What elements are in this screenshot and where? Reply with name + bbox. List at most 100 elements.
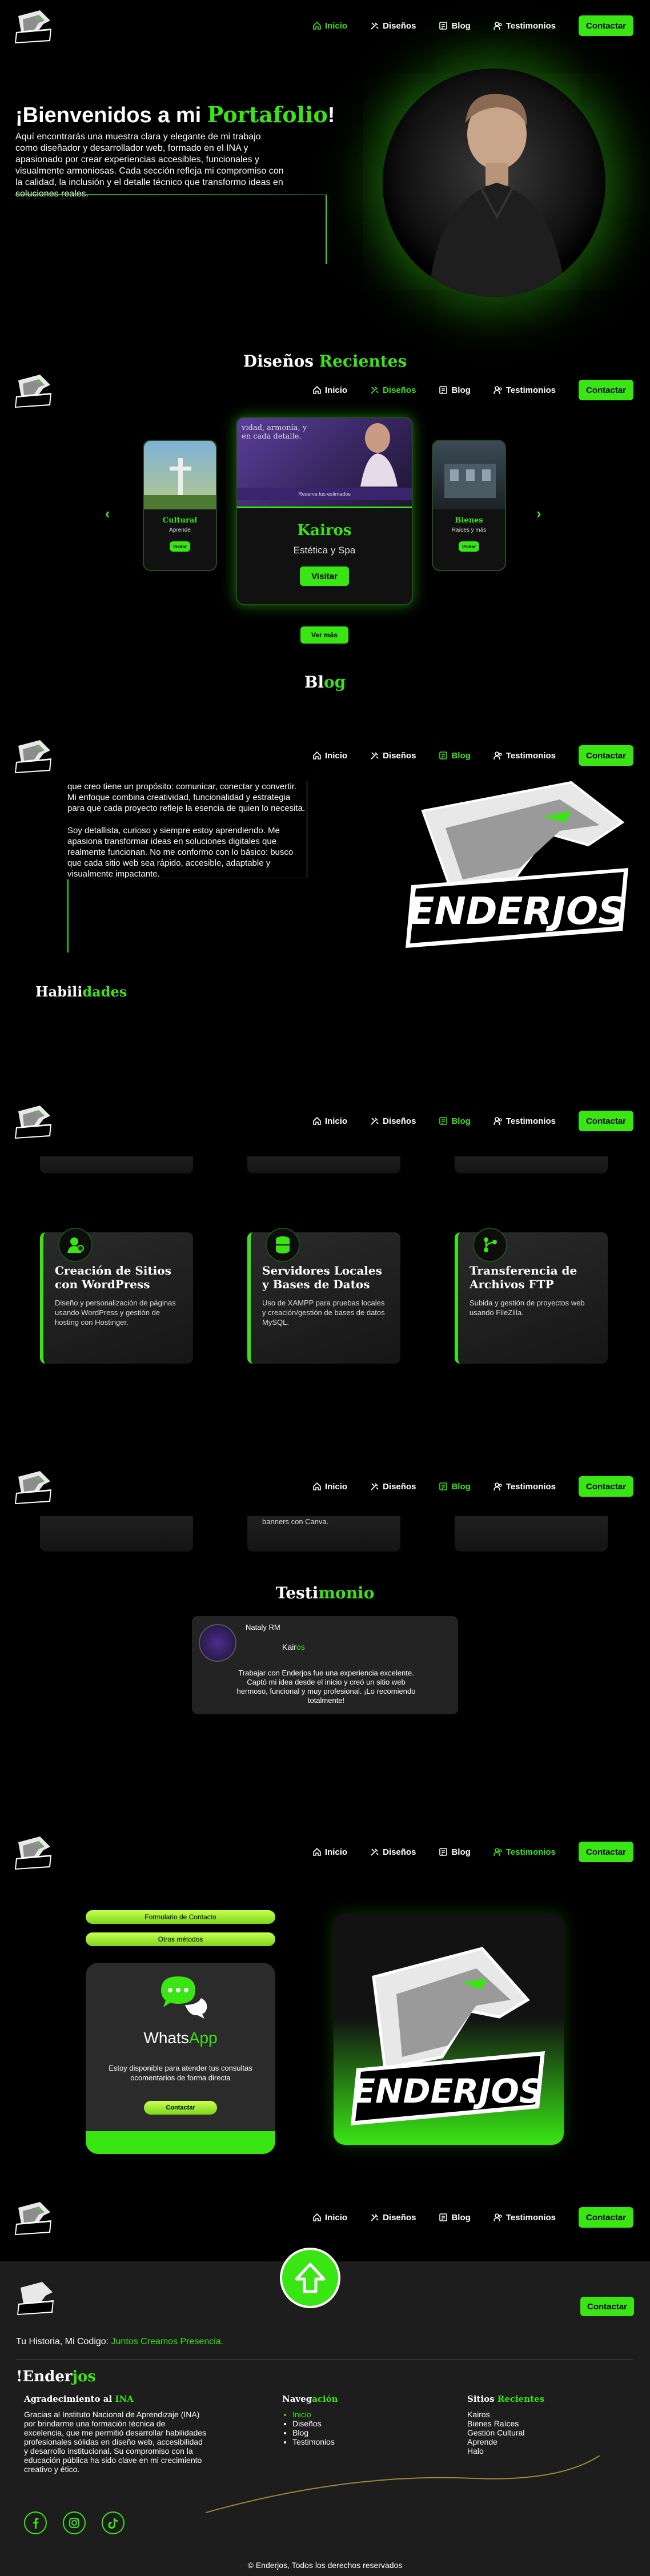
site-logo[interactable] [14, 372, 54, 409]
nav-testimonios[interactable]: Testimonios [493, 2213, 556, 2223]
nav-testimonios[interactable]: Testimonios [493, 21, 556, 31]
design-tools-icon [371, 1483, 379, 1490]
carousel-prev-button[interactable]: ‹ [105, 505, 110, 523]
top-nav: Inicio Diseños Blog Testimonios Contacta… [0, 365, 650, 416]
footer-site-link[interactable]: Halo [467, 2446, 544, 2456]
footer-link-disenos[interactable]: Diseños [292, 2419, 338, 2428]
git-branch-icon [473, 1228, 507, 1262]
top-nav: Inicio Diseños Blog Testimonios Contacta… [0, 1096, 650, 1147]
footer-contact-button[interactable]: Contactar [580, 2297, 634, 2316]
site-logo[interactable] [14, 2200, 54, 2236]
site-logo[interactable] [14, 1834, 54, 1871]
logo-text: ENDERJOS [352, 2072, 543, 2111]
nav-inicio[interactable]: Inicio [312, 21, 347, 31]
nav-blog[interactable]: Blog [439, 2213, 471, 2223]
skill-title: Servidores Locales y Bases de Datos [262, 1264, 382, 1291]
nav-inicio[interactable]: Inicio [312, 2213, 347, 2223]
nav-inicio[interactable]: Inicio [312, 1116, 347, 1126]
arrow-up-icon [295, 2262, 326, 2293]
nav-blog[interactable]: Blog [439, 1482, 471, 1492]
design-card-subtitle: Aprende [169, 527, 191, 533]
site-logo[interactable] [14, 738, 54, 774]
footer-site-link[interactable]: Kairos [467, 2410, 544, 2419]
nav-disenos[interactable]: Diseños [370, 1116, 416, 1126]
contact-button[interactable]: Contactar [579, 1476, 633, 1497]
nav-inicio[interactable]: Inicio [312, 1482, 347, 1492]
nav-blog[interactable]: Blog [439, 1847, 471, 1857]
nav-inicio[interactable]: Inicio [312, 751, 347, 761]
other-methods-tab[interactable]: Otros métodos [86, 1932, 275, 1946]
contact-form-tab[interactable]: Formulario de Contacto [86, 1910, 275, 1924]
site-logo[interactable] [14, 8, 54, 45]
site-logo[interactable] [14, 1469, 54, 1505]
site-logo[interactable] [14, 1103, 54, 1140]
nav-disenos[interactable]: Diseños [370, 1847, 416, 1857]
contact-button[interactable]: Contactar [579, 1111, 633, 1131]
nav-disenos[interactable]: Diseños [370, 21, 416, 31]
nav-inicio[interactable]: Inicio [312, 385, 347, 395]
nav-disenos[interactable]: Diseños [370, 1482, 416, 1492]
testimonial-card: Nataly RM Kairos Trabajar con Enderjos f… [192, 1616, 458, 1714]
carousel-next-button[interactable]: › [536, 505, 541, 523]
footer-link-blog[interactable]: Blog [292, 2428, 338, 2437]
design-card-kairos[interactable]: vidad, armonía, y en cada detalle. Reser… [236, 417, 413, 605]
scroll-top-button[interactable] [280, 2248, 340, 2308]
contact-button[interactable]: Contactar [579, 380, 633, 400]
avatar [199, 1624, 236, 1662]
nav-inicio[interactable]: Inicio [312, 1847, 347, 1857]
contact-button[interactable]: Contactar [579, 2207, 633, 2228]
skills-title: Habilidades [35, 983, 127, 1000]
design-card-cultural[interactable]: Cultural Aprende Visitar [143, 440, 217, 571]
about-text-box: que creo tiene un propósito: comunicar, … [67, 781, 307, 879]
contact-button[interactable]: Contactar [579, 745, 633, 766]
instagram-icon[interactable] [63, 2511, 86, 2534]
facebook-icon[interactable] [24, 2511, 47, 2534]
database-icon [266, 1228, 300, 1262]
contact-button[interactable]: Contactar [579, 15, 633, 36]
footer-site-link[interactable]: Aprende [467, 2437, 544, 2446]
home-icon [313, 2213, 321, 2221]
skill-card-servers: Servidores Locales y Bases de Datos Uso … [247, 1228, 400, 1364]
nav-blog[interactable]: Blog [439, 21, 471, 31]
profile-photo [383, 69, 605, 297]
see-more-button[interactable]: Ver más [300, 626, 348, 644]
footer-thanks: Agradecimiento al INA Gracias al Institu… [24, 2394, 207, 2474]
nav-disenos[interactable]: Diseños [370, 2213, 416, 2223]
footer-site-link[interactable]: Gestión Cultural [467, 2428, 544, 2437]
hero-title: ¡Bienvenidos a mi Portafolio! [15, 102, 335, 127]
nav-blog[interactable]: Blog [439, 1116, 471, 1126]
users-icon [493, 22, 502, 30]
whatsapp-card: WhatsApp Estoy disponible para atender t… [86, 1963, 275, 2154]
visit-button[interactable]: Visitar [459, 541, 479, 552]
design-tools-icon [371, 2214, 379, 2221]
nav-testimonios[interactable]: Testimonios [493, 1482, 556, 1492]
design-card-subtitle: Estética y Spa [293, 545, 356, 556]
footer-site-link[interactable]: Bienes Raíces [467, 2419, 544, 2428]
nav-disenos[interactable]: Diseños [370, 385, 416, 395]
skill-card-stub [247, 1156, 400, 1174]
nav-blog[interactable]: Blog [439, 385, 471, 395]
enderjos-logo: ENDERJOS [400, 777, 634, 948]
users-icon [493, 1117, 502, 1126]
nav-disenos[interactable]: Diseños [370, 751, 416, 761]
whatsapp-contact-button[interactable]: Contactar [144, 2101, 217, 2115]
nav-testimonios[interactable]: Testimonios [493, 385, 556, 395]
skill-card-stub [455, 1516, 608, 1552]
nav-testimonios[interactable]: Testimonios [493, 1116, 556, 1126]
tiktok-icon[interactable] [102, 2511, 125, 2534]
home-icon [313, 1482, 321, 1490]
footer-tagline: Tu Historia, Mi Codigo: Juntos Creamos P… [16, 2337, 224, 2346]
nav-blog[interactable]: Blog [439, 751, 471, 761]
design-card-bienes[interactable]: Bienes Raíces y más Visitar [432, 440, 506, 571]
visit-button[interactable]: Visitar [170, 541, 190, 552]
design-tools-icon [371, 1848, 379, 1856]
newspaper-icon [439, 1117, 448, 1125]
footer-link-inicio[interactable]: Inicio [292, 2410, 338, 2419]
visit-button[interactable]: Visitar [300, 566, 349, 586]
users-icon [493, 751, 502, 760]
nav-testimonios[interactable]: Testimonios [493, 1847, 556, 1857]
nav-testimonios[interactable]: Testimonios [493, 751, 556, 761]
contact-button[interactable]: Contactar [579, 1842, 633, 1862]
skill-title: Transferencia de Archivos FTP [470, 1264, 577, 1291]
footer-link-testimonios[interactable]: Testimonios [292, 2437, 338, 2446]
